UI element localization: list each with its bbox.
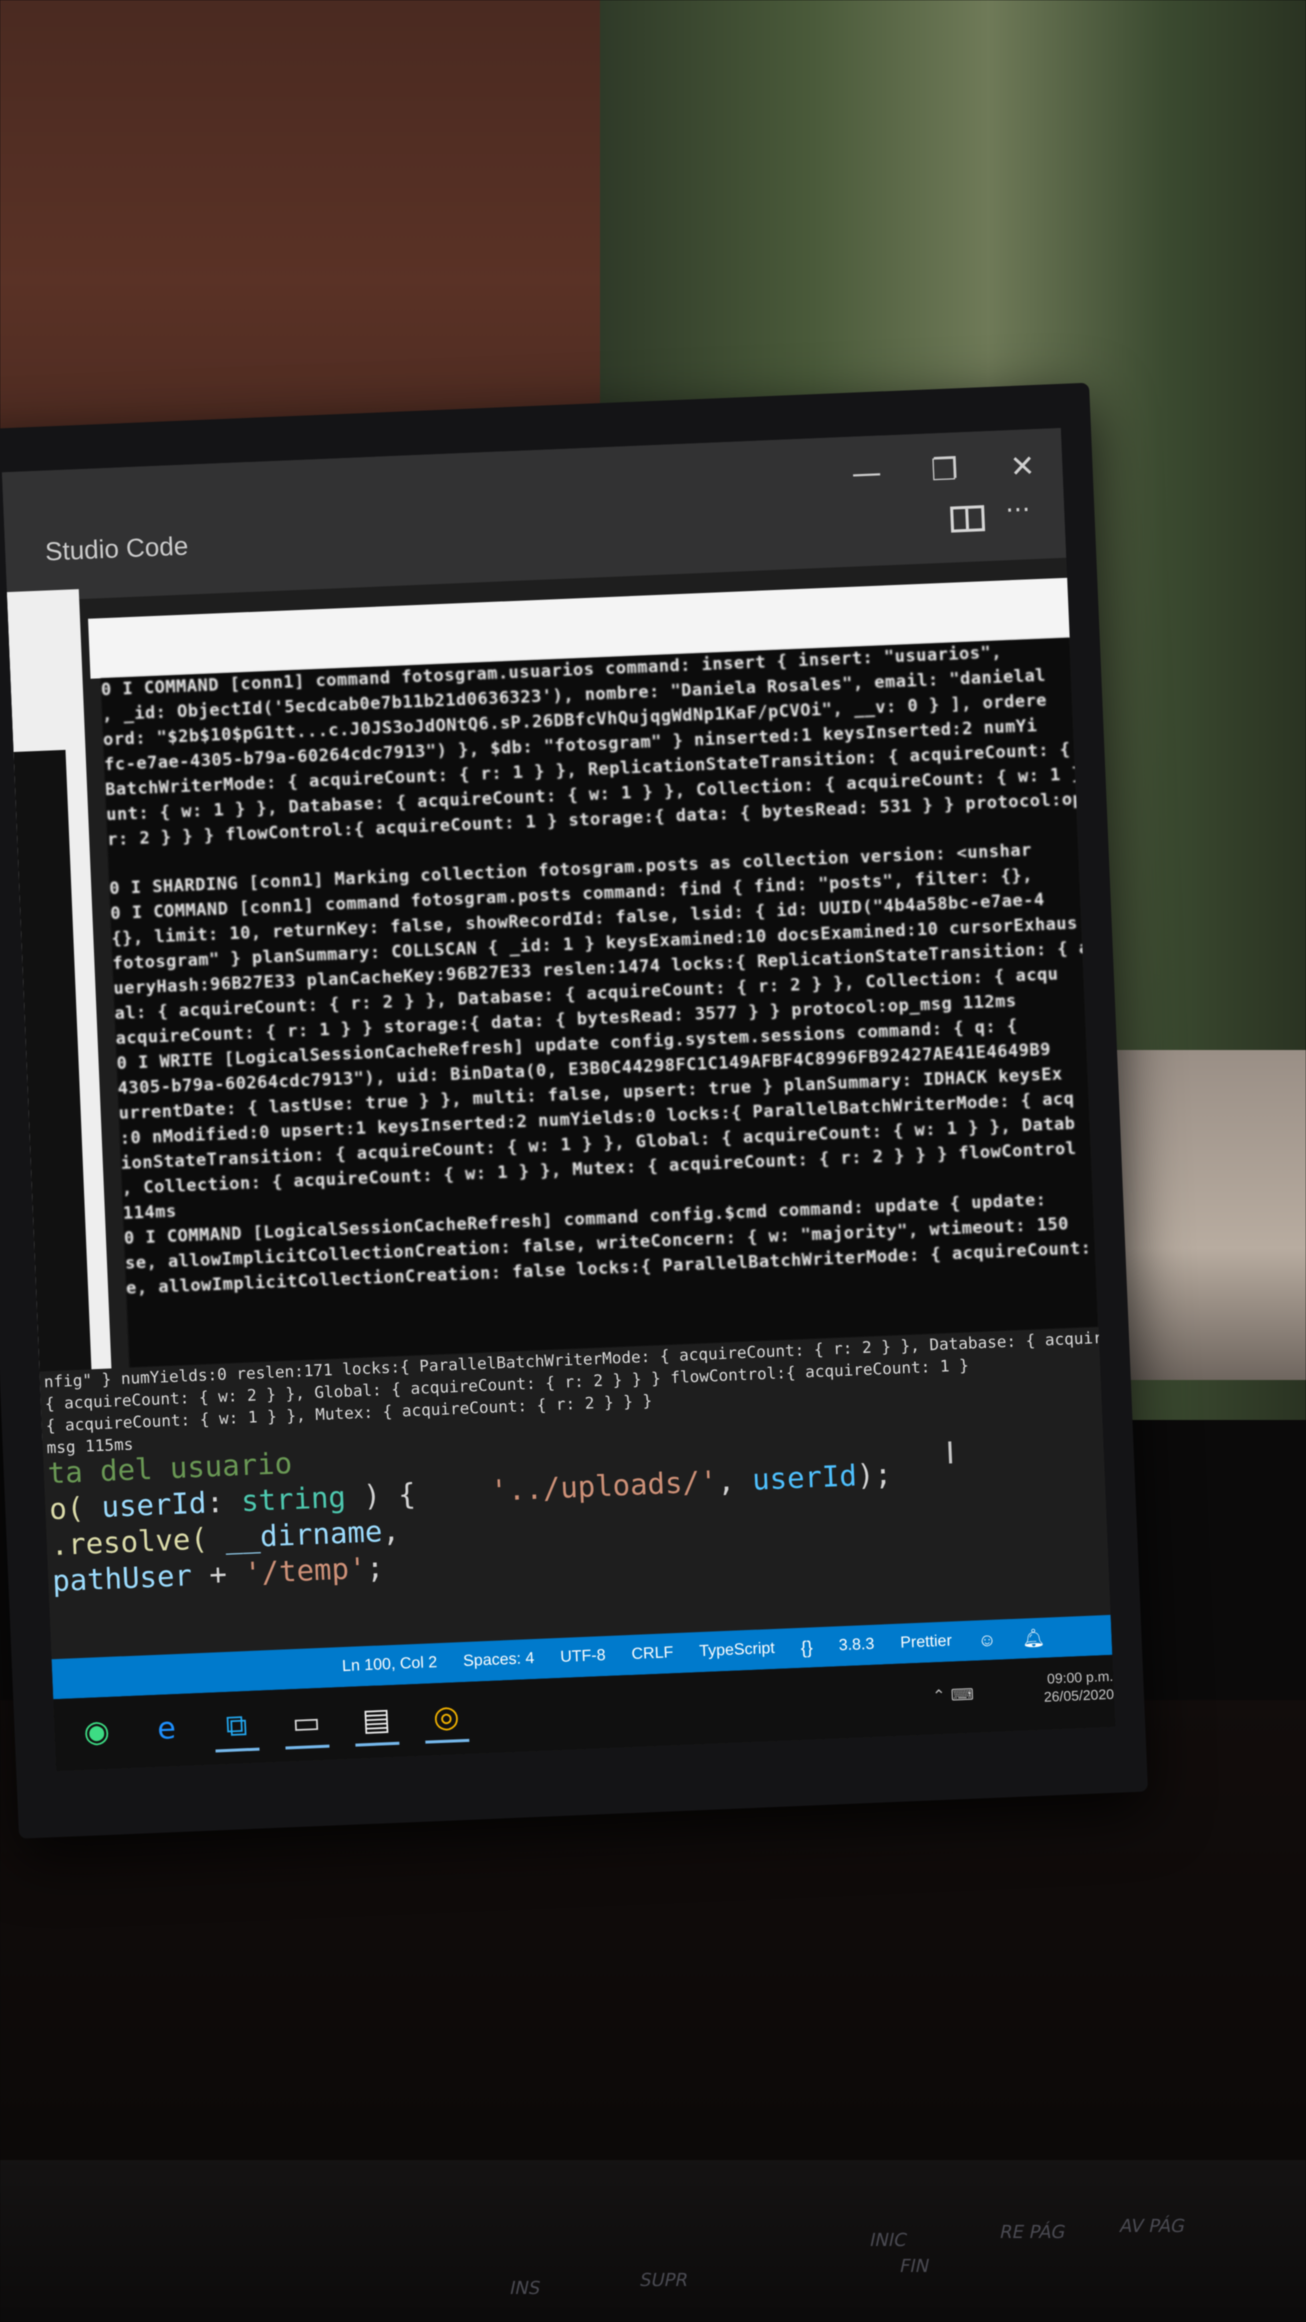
feedback-icon[interactable]: ☺: [977, 1629, 996, 1651]
window-title: Studio Code: [44, 530, 189, 567]
system-tray-icons[interactable]: ⌃ ⌨: [932, 1685, 974, 1706]
split-editor-icon[interactable]: [950, 505, 986, 533]
code-punct: :: [205, 1484, 242, 1520]
code-variable: pathUser: [51, 1558, 193, 1599]
bell-icon[interactable]: 🔔︎: [1022, 1627, 1046, 1649]
language-mode[interactable]: TypeScript: [699, 1640, 775, 1661]
code-punct: ) {: [345, 1476, 417, 1514]
file-encoding[interactable]: UTF-8: [560, 1647, 606, 1667]
maximize-button[interactable]: ❐: [924, 452, 965, 490]
code-punct: ,: [716, 1462, 753, 1499]
mouse-cursor-ibeam: [948, 1441, 953, 1464]
keyboard-key: RE PÁG: [997, 2222, 1068, 2243]
close-button[interactable]: ✕: [1002, 449, 1043, 487]
code-variable: __dirname: [224, 1514, 383, 1555]
edge-icon[interactable]: e: [144, 1706, 190, 1755]
line-ending[interactable]: CRLF: [631, 1644, 673, 1664]
window-controls: — ❐ ✕: [846, 449, 1043, 493]
more-actions-icon[interactable]: ···: [1005, 495, 1031, 526]
monitor-bezel: Studio Code — ❐ ✕ ··· 0 I COMMAND [conn1…: [0, 382, 1149, 1839]
android-studio-icon[interactable]: ◉: [74, 1709, 120, 1758]
code-punct: ,: [381, 1513, 401, 1549]
code-string: '/temp': [243, 1550, 368, 1591]
code-type: string: [240, 1479, 347, 1519]
code-punct: );: [856, 1456, 893, 1493]
chrome-icon[interactable]: ◎: [423, 1694, 470, 1744]
indentation-setting[interactable]: Spaces: 4: [463, 1650, 535, 1671]
cursor-position[interactable]: Ln 100, Col 2: [342, 1654, 438, 1676]
code-punct: +: [191, 1556, 245, 1593]
editor-area[interactable]: nfig" } numYields:0 reslen:171 locks:{ P…: [39, 1327, 1112, 1672]
terminal-icon[interactable]: ▭: [283, 1700, 330, 1750]
keyboard-key: INIC: [867, 2230, 909, 2251]
keyboard-key: SUPR: [637, 2270, 691, 2291]
typescript-version[interactable]: 3.8.3: [838, 1636, 874, 1655]
minimize-button[interactable]: —: [846, 455, 887, 493]
vscode-icon[interactable]: ⧉: [213, 1703, 260, 1752]
keyboard-key: AV PÁG: [1117, 2216, 1188, 2237]
keyboard-key: FIN: [897, 2256, 932, 2277]
keyboard: INS SUPR INIC FIN RE PÁG AV PÁG: [0, 2160, 1306, 2322]
code-param: userId: [751, 1458, 858, 1497]
clock[interactable]: 09:00 p.m. 26/05/2020: [1043, 1667, 1115, 1706]
prettier-status[interactable]: Prettier: [900, 1633, 952, 1653]
side-panel: [6, 589, 115, 1552]
braces-icon[interactable]: {}: [800, 1637, 813, 1658]
clock-date: 26/05/2020: [1043, 1685, 1115, 1705]
window-titlebar: Studio Code — ❐ ✕ ···: [1, 427, 1067, 603]
code-punct: ;: [365, 1550, 385, 1585]
code-param: userId: [83, 1485, 207, 1525]
notepad-icon[interactable]: ▤: [353, 1697, 400, 1747]
code-function: o(: [48, 1490, 85, 1527]
terminal-panel[interactable]: 0 I COMMAND [conn1] command fotosgram.us…: [100, 637, 1099, 1368]
keyboard-key: INS: [507, 2278, 543, 2299]
monitor-screen: Studio Code — ❐ ✕ ··· 0 I COMMAND [conn1…: [1, 427, 1116, 1772]
